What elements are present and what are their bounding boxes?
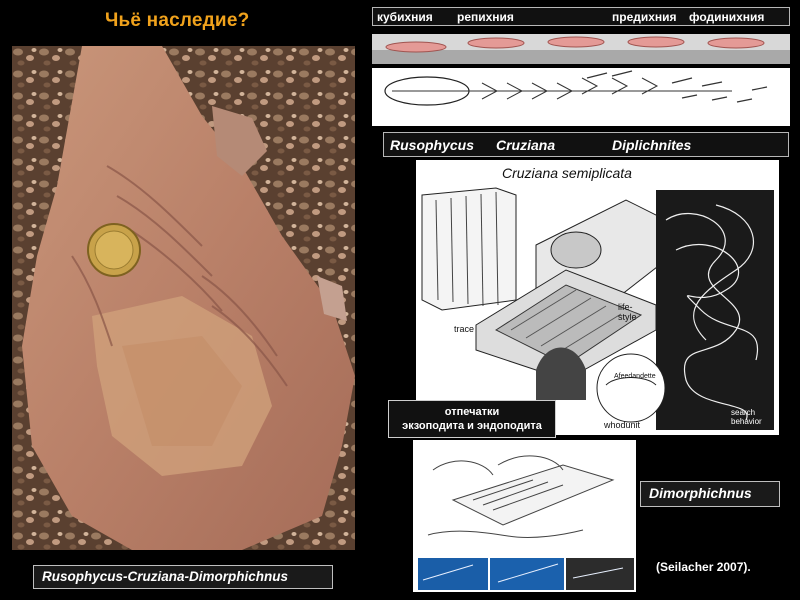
trilobite-behavior-strip xyxy=(372,34,790,64)
whodunit-label: whodunit xyxy=(603,420,641,430)
behavior-fodinichnia: фодинихния xyxy=(689,10,765,24)
genus-rusophycus: Rusophycus xyxy=(390,137,475,153)
genus-cruziana: Cruziana xyxy=(496,137,556,153)
callout-line2: экзоподита и эндоподита xyxy=(402,420,542,432)
citation: (Seilacher 2007). xyxy=(656,560,751,574)
afeeding-label: Afeedandette xyxy=(614,373,656,380)
behavior-categories-bar: кубихния репихния предихния фодинихния xyxy=(372,7,790,26)
dimorphichnus-label: Dimorphichnus xyxy=(640,481,780,507)
callout-line1: отпечатки xyxy=(444,406,500,418)
fossil-rock-photo xyxy=(12,46,355,550)
genus-diplichnites: Diplichnites xyxy=(612,137,692,153)
cruziana-diagram: Cruziana semiplicata search behavior trac… xyxy=(416,160,779,435)
diagram-title: Cruziana semiplicata xyxy=(502,165,632,181)
behavior-cubichnia: кубихния xyxy=(377,10,433,24)
trace-sketch-strip xyxy=(372,68,790,126)
appendage-impressions-callout: отпечатки экзоподита и эндоподита xyxy=(388,400,556,438)
behavior-repichnia: репихния xyxy=(457,10,514,24)
page-title: Чьё наследие? xyxy=(105,10,250,31)
trace-label: trace xyxy=(454,324,474,334)
bottom-caption: Rusophycus-Cruziana-Dimorphichnus xyxy=(33,565,333,589)
dimorphichnus-diagram xyxy=(413,440,636,592)
behavior-pre-dichnia: предихния xyxy=(612,10,677,24)
trace-genera-bar: Rusophycus Cruziana Diplichnites xyxy=(383,132,789,157)
